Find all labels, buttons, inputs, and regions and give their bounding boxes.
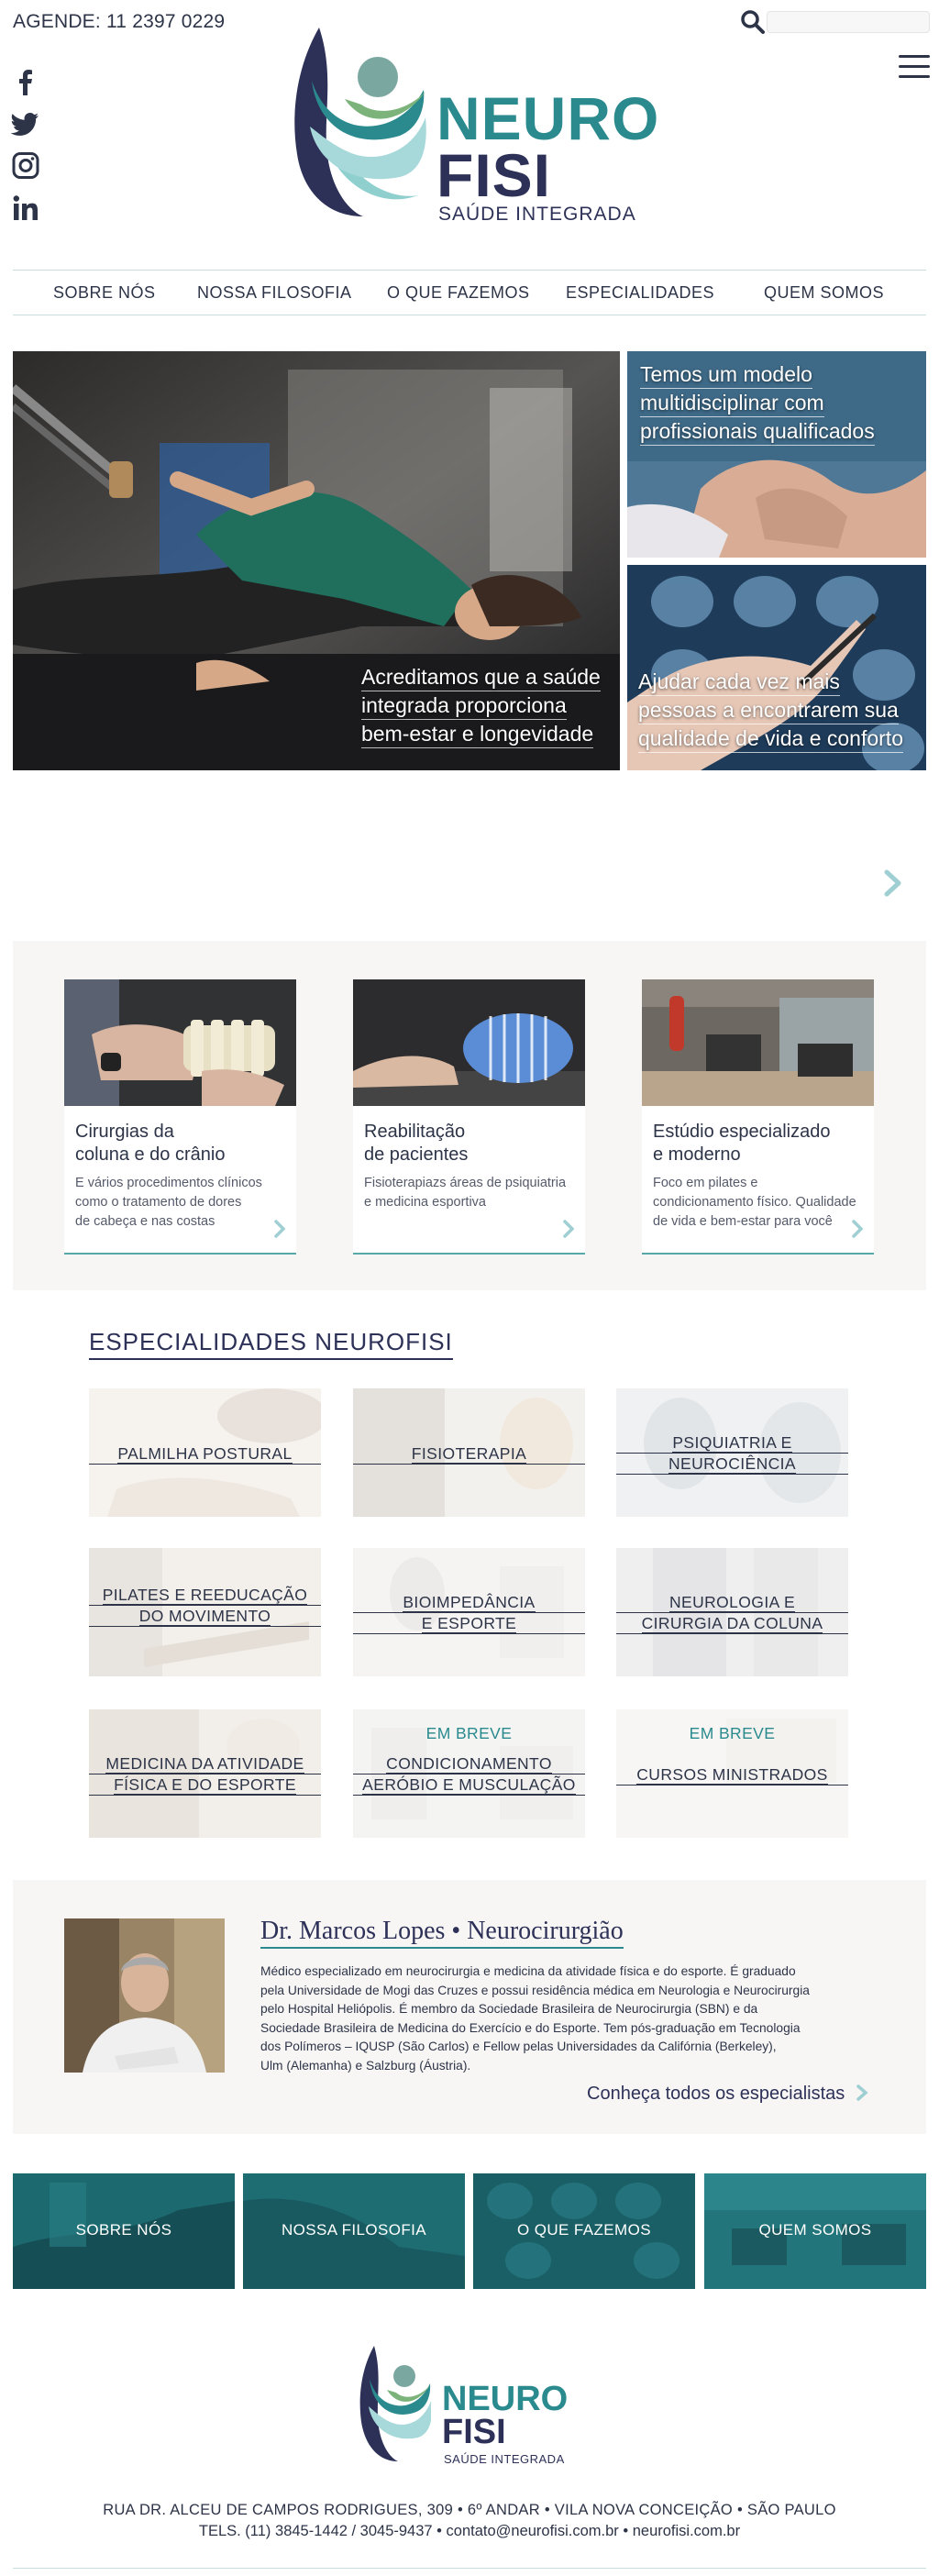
service-description: Foco em pilates e condicionamento físico.… [653,1176,856,1229]
especialidade-tile-condicionamento[interactable]: EM BREVE CONDICIONAMENTO AERÓBIO E MUSCU… [353,1709,585,1838]
especialidade-label: PSIQUIATRIA E [672,1433,792,1453]
especialidade-tile-medicina[interactable]: MEDICINA DA ATIVIDADE FÍSICA E DO ESPORT… [89,1709,321,1838]
especialidade-label: FÍSICA E DO ESPORTE [114,1775,296,1795]
main-nav: SOBRE NÓS NOSSA FILOSOFIA O QUE FAZEMOS … [13,270,926,315]
linkedin-icon[interactable] [11,194,40,222]
footer-divider [13,2568,926,2569]
service-description: E vários procedimentos clínicos como o tr… [75,1176,262,1229]
footer-logo-text-neuro: NEURO [442,2380,569,2418]
logo-tagline: SAÚDE INTEGRADA [438,204,636,225]
especialidade-label: CURSOS MINISTRADOS [636,1765,828,1785]
service-card-cirurgias[interactable]: Cirurgias da coluna e do crânio E vários … [64,979,296,1255]
bottom-tile-nossa-filosofia[interactable]: NOSSA FILOSOFIA [243,2173,465,2289]
bottom-tile-label: QUEM SOMOS [758,2221,872,2239]
service-description: Fisioterapiazs áreas de psiquiatria e med… [364,1176,567,1210]
search-icon[interactable] [739,9,767,35]
service-card-estudio[interactable]: Estúdio especializado e moderno Foco em p… [642,979,874,1255]
especialidade-tile-cursos[interactable]: EM BREVE CURSOS MINISTRADOS [616,1709,848,1838]
footer-logo-tagline: SAÚDE INTEGRADA [444,2452,565,2466]
carousel-next-chevron-icon[interactable] [884,869,902,897]
bottom-tile-o-que-fazemos[interactable]: O QUE FAZEMOS [473,2173,695,2289]
instagram-icon[interactable] [11,152,40,180]
hero-main-caption: Acreditamos que a saúde integrada propor… [361,663,601,748]
hero-side1-caption: Temos um modelo multidisciplinar com pro… [640,360,875,446]
search-input[interactable] [767,11,930,33]
hero-side2-caption: Ajudar cada vez mais pessoas a encontrar… [638,668,903,753]
em-breve-badge: EM BREVE [689,1724,776,1742]
hero-slide-side-1[interactable]: Temos um modelo multidisciplinar com pro… [627,351,926,558]
nav-item-nossa-filosofia[interactable]: NOSSA FILOSOFIA [197,283,352,303]
especialidade-label: CIRURGIA DA COLUNA [641,1614,823,1633]
especialidade-label: NEUROLOGIA E [668,1593,796,1612]
footer-logo-text-fisi: FISI [442,2413,506,2451]
especialidade-label: MEDICINA DA ATIVIDADE [105,1754,304,1774]
hero-slide-side-2[interactable]: Ajudar cada vez mais pessoas a encontrar… [627,565,926,770]
menu-hamburger-icon[interactable] [899,55,930,79]
especialidade-tile-fisioterapia[interactable]: FISIOTERAPIA [353,1388,585,1517]
doctor-highlight: Dr. Marcos Lopes • Neurocirurgião Médico… [13,1880,926,2134]
all-specialists-link[interactable]: Conheça todos os especialistas [587,2084,868,2105]
em-breve-badge: EM BREVE [425,1724,513,1742]
bottom-tile-sobre-nos[interactable]: SOBRE NÓS [13,2173,235,2289]
services-section: Cirurgias da coluna e do crânio E vários … [13,941,926,1290]
bottom-tile-label: SOBRE NÓS [75,2221,172,2239]
logo-text-fisi: FISI [436,141,552,209]
especialidade-tile-neurologia[interactable]: NEUROLOGIA E CIRURGIA DA COLUNA [616,1548,848,1676]
nav-item-sobre-nos[interactable]: SOBRE NÓS [53,283,156,303]
doctor-bio: Médico especializado em neurocirurgia e … [260,1964,810,2073]
spine-model-photo [64,979,296,1106]
neurofisi-logo-mark-icon [294,28,426,216]
chevron-right-icon[interactable] [563,1220,574,1238]
search-bar [739,9,930,35]
especialidade-label: BIOIMPEDÂNCIA [403,1593,536,1612]
nav-item-especialidades[interactable]: ESPECIALIDADES [566,283,714,303]
bottom-tile-quem-somos[interactable]: QUEM SOMOS [704,2173,926,2289]
nav-item-quem-somos[interactable]: QUEM SOMOS [764,283,884,303]
bottom-tile-label: O QUE FAZEMOS [517,2221,651,2239]
especialidades-heading: ESPECIALIDADES NEUROFISI [89,1328,453,1360]
especialidade-label: FISIOTERAPIA [411,1444,527,1464]
especialidade-tile-pilates[interactable]: PILATES E REEDUCAÇÃO DO MOVIMENTO [89,1548,321,1676]
chevron-right-icon [856,2084,868,2101]
especialidade-tile-palmilha[interactable]: PALMILHA POSTURAL [89,1388,321,1517]
footer-address: RUA DR. ALCEU DE CAMPOS RODRIGUES, 309 •… [103,2502,836,2518]
service-card-reabilitacao[interactable]: Reabilitação de pacientes Fisioterapiazs … [353,979,585,1255]
especialidade-label: E ESPORTE [421,1614,517,1633]
especialidade-tile-psiquiatria[interactable]: PSIQUIATRIA E NEUROCIÊNCIA [616,1388,848,1517]
especialidade-label: NEUROCIÊNCIA [668,1454,796,1474]
chevron-right-icon[interactable] [852,1220,863,1238]
nav-item-o-que-fazemos[interactable]: O QUE FAZEMOS [387,283,530,303]
doctor-name[interactable]: Dr. Marcos Lopes • Neurocirurgião [260,1917,624,1949]
footer-contact: TELS. (11) 3845-1442 / 3045-9437 • conta… [198,2523,741,2539]
service-title: Estúdio especializado e moderno [653,1122,831,1165]
foot-roller-photo [353,979,585,1106]
especialidade-tile-bioimpedancia[interactable]: BIOIMPEDÂNCIA E ESPORTE [353,1548,585,1676]
footer-logo-mark-icon [359,2346,431,2461]
especialidade-label: CONDICIONAMENTO [386,1754,552,1774]
phone-schedule-text: AGENDE: 11 2397 0229 [13,11,226,32]
doctor-photo [64,1918,225,2073]
especialidade-label: DO MOVIMENTO [138,1607,271,1626]
especialidade-label: PILATES E REEDUCAÇÃO [102,1586,308,1605]
especialidade-label: AERÓBIO E MUSCULAÇÃO [362,1775,576,1795]
gym-studio-photo [642,979,874,1106]
service-title: Cirurgias da coluna e do crânio [75,1122,226,1165]
especialidade-label: PALMILHA POSTURAL [117,1444,293,1464]
bottom-tile-label: NOSSA FILOSOFIA [281,2221,427,2239]
twitter-icon[interactable] [11,110,40,138]
logo-text-neuro: NEURO [436,84,660,152]
service-title: Reabilitação de pacientes [364,1122,469,1165]
hero-slide-main[interactable]: Acreditamos que a saúde integrada propor… [13,351,620,770]
chevron-right-icon[interactable] [274,1220,285,1238]
facebook-icon[interactable] [11,68,40,95]
